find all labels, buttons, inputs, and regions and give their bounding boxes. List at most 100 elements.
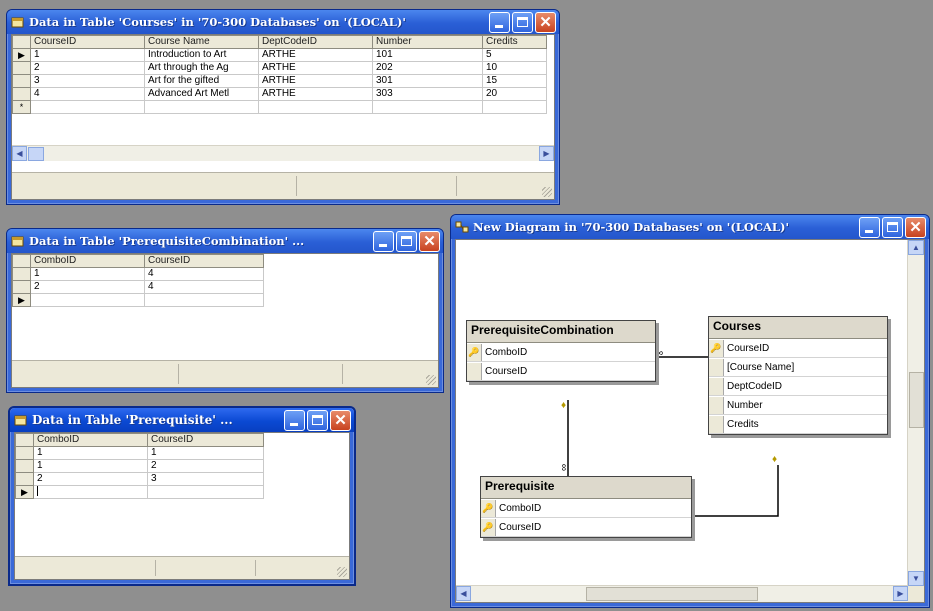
maximize-button[interactable] <box>396 230 417 252</box>
scroll-up-button[interactable]: ▲ <box>908 240 924 255</box>
maximize-button[interactable] <box>307 409 328 431</box>
scroll-thumb[interactable] <box>586 587 758 601</box>
resize-grip[interactable] <box>426 375 436 385</box>
diagram-window-titlebar[interactable]: New Diagram in '70-300 Databases' on '(L… <box>451 215 929 239</box>
column-header[interactable]: CourseID <box>30 35 145 49</box>
grid-cell[interactable]: 10 <box>482 61 547 75</box>
minimize-button[interactable] <box>489 11 510 33</box>
entity-field[interactable]: 🔑 CourseID <box>709 339 887 358</box>
courses-window-titlebar[interactable]: Data in Table 'Courses' in '70-300 Datab… <box>7 10 559 34</box>
row-selector[interactable] <box>12 74 31 88</box>
grid-cell[interactable]: 5 <box>482 48 547 62</box>
new-row[interactable]: ▶ <box>12 293 264 307</box>
diagram-canvas[interactable]: ∞ ♦ ∞ ∞ ♦ PrerequisiteCombination 🔑Combo… <box>455 239 925 603</box>
grid-cell[interactable]: 1 <box>30 48 145 62</box>
grid-cell-editing[interactable] <box>33 485 148 499</box>
grid-cell[interactable]: Introduction to Art <box>144 48 259 62</box>
grid-cell[interactable]: Advanced Art Metl <box>144 87 259 101</box>
grid-cell[interactable]: 4 <box>144 267 264 281</box>
resize-grip[interactable] <box>542 187 552 197</box>
column-header[interactable]: Number <box>372 35 483 49</box>
maximize-button[interactable] <box>882 216 903 238</box>
grid-cell[interactable]: 4 <box>30 87 145 101</box>
grid-cell[interactable]: 2 <box>147 459 264 473</box>
grid-cell[interactable]: ARTHE <box>258 87 373 101</box>
column-header[interactable]: Credits <box>482 35 547 49</box>
column-header[interactable]: CourseID <box>147 433 264 447</box>
grid-cell[interactable] <box>258 100 373 114</box>
grid-cell[interactable]: ARTHE <box>258 48 373 62</box>
vertical-scrollbar[interactable]: ▲ ▼ <box>907 240 924 586</box>
grid-cell[interactable]: 301 <box>372 74 483 88</box>
column-header[interactable]: ComboID <box>33 433 148 447</box>
prereq-window-titlebar[interactable]: Data in Table 'Prerequisite' ... ✕ <box>10 408 354 432</box>
grid-cell[interactable]: 202 <box>372 61 483 75</box>
row-selector[interactable] <box>12 267 31 281</box>
row-selector[interactable] <box>15 459 34 473</box>
row-selector[interactable] <box>12 280 31 294</box>
grid-cell[interactable] <box>144 293 264 307</box>
grid-cell[interactable]: 2 <box>30 61 145 75</box>
grid-cell[interactable]: 4 <box>144 280 264 294</box>
scroll-left-button[interactable]: ◀ <box>12 146 27 161</box>
grid-cell[interactable]: 3 <box>147 472 264 486</box>
grid-cell[interactable]: 3 <box>30 74 145 88</box>
grid-cell[interactable]: Art through the Ag <box>144 61 259 75</box>
row-selector[interactable] <box>12 87 31 101</box>
column-header[interactable]: CourseID <box>144 254 264 268</box>
table-row[interactable]: 2 3 <box>15 472 264 486</box>
table-row[interactable]: 3 Art for the gifted ARTHE 301 15 <box>12 74 547 88</box>
grid-cell[interactable]: 15 <box>482 74 547 88</box>
row-selector[interactable] <box>15 472 34 486</box>
grid-cell[interactable] <box>372 100 483 114</box>
minimize-button[interactable] <box>373 230 394 252</box>
scroll-left-button[interactable]: ◀ <box>456 586 471 601</box>
entity-prerequisite[interactable]: Prerequisite 🔑 ComboID 🔑 CourseID <box>480 476 692 538</box>
scroll-down-button[interactable]: ▼ <box>908 571 924 586</box>
table-row[interactable]: 1 1 <box>15 446 264 460</box>
entity-field[interactable]: 🔑 ComboID <box>467 343 655 362</box>
maximize-button[interactable] <box>512 11 533 33</box>
table-row[interactable]: 2 4 <box>12 280 264 294</box>
minimize-button[interactable] <box>284 409 305 431</box>
table-row[interactable]: 2 Art through the Ag ARTHE 202 10 <box>12 61 547 75</box>
grid-cell[interactable]: 1 <box>33 459 148 473</box>
entity-field[interactable]: [Course Name] <box>709 358 887 377</box>
entity-field[interactable]: Credits <box>709 415 887 434</box>
entity-prerequisitecombination[interactable]: PrerequisiteCombination 🔑 ComboID CourseI… <box>466 320 656 382</box>
row-selector[interactable] <box>15 446 34 460</box>
grid-cell[interactable]: ARTHE <box>258 74 373 88</box>
grid-cell[interactable]: 2 <box>33 472 148 486</box>
grid-cell[interactable]: 2 <box>30 280 145 294</box>
table-row[interactable]: ▶ 1 Introduction to Art ARTHE 101 5 <box>12 48 547 62</box>
grid-cell[interactable] <box>144 100 259 114</box>
entity-field[interactable]: 🔑 ComboID <box>481 499 691 518</box>
row-selector[interactable] <box>12 61 31 75</box>
grid-cell[interactable]: 303 <box>372 87 483 101</box>
grid-cell[interactable]: ARTHE <box>258 61 373 75</box>
grid-cell[interactable]: 101 <box>372 48 483 62</box>
table-row[interactable]: 1 4 <box>12 267 264 281</box>
grid-cell[interactable] <box>30 100 145 114</box>
grid-cell[interactable]: 1 <box>33 446 148 460</box>
scroll-right-button[interactable]: ▶ <box>539 146 554 161</box>
entity-field[interactable]: DeptCodeID <box>709 377 887 396</box>
grid-cell[interactable]: 1 <box>30 267 145 281</box>
minimize-button[interactable] <box>859 216 880 238</box>
resize-grip[interactable] <box>337 567 347 577</box>
new-row[interactable]: ▶ <box>15 485 264 499</box>
horizontal-scrollbar[interactable]: ◀ ▶ <box>456 585 908 602</box>
grid-cell[interactable] <box>30 293 145 307</box>
entity-field[interactable]: 🔑 CourseID <box>481 518 691 537</box>
scroll-thumb[interactable] <box>909 372 924 428</box>
column-header[interactable]: DeptCodeID <box>258 35 373 49</box>
grid-cell[interactable]: 1 <box>147 446 264 460</box>
grid-cell[interactable] <box>482 100 547 114</box>
table-row[interactable]: 4 Advanced Art Metl ARTHE 303 20 <box>12 87 547 101</box>
column-header[interactable]: ComboID <box>30 254 145 268</box>
new-row-marker[interactable]: * <box>12 100 31 114</box>
close-button[interactable]: ✕ <box>419 230 440 252</box>
close-button[interactable]: ✕ <box>905 216 926 238</box>
grid-cell[interactable]: 20 <box>482 87 547 101</box>
new-row[interactable]: * <box>12 100 547 114</box>
